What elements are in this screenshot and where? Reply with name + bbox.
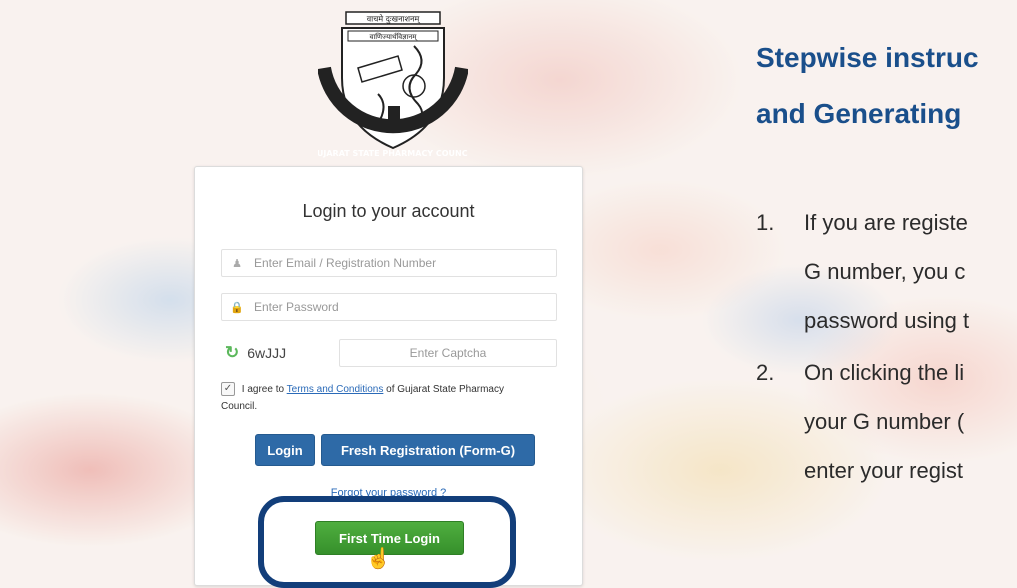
checkbox-icon[interactable]: ✓ (221, 382, 235, 397)
terms-agreement: ✓ I agree to Terms and Conditions of Guj… (221, 381, 521, 415)
step-line: enter your regist (804, 458, 963, 483)
password-input[interactable] (252, 299, 556, 315)
instruction-step: 2. On clicking the li your G number ( en… (756, 348, 969, 495)
logo-sub-text: वाणिज्यार्थविज्ञानम् (369, 32, 417, 41)
instructions-heading-line2: and Generating (756, 98, 962, 129)
instructions-panel: Stepwise instruc and Generating 1. If yo… (756, 30, 1017, 588)
logo-top-text: वाचमे दुःखनाशनम् (367, 14, 422, 25)
login-title: Login to your account (302, 201, 475, 221)
instruction-step: 1. If you are registe G number, you c pa… (756, 198, 969, 345)
hand-cursor-icon: ☝ (366, 548, 391, 570)
email-input[interactable] (252, 255, 556, 271)
step-line: On clicking the li (804, 360, 965, 385)
refresh-icon[interactable]: ↻ (225, 343, 239, 363)
captcha-input[interactable] (340, 345, 556, 361)
captcha-field[interactable] (339, 339, 557, 367)
highlight-ring (258, 496, 516, 588)
agree-prefix: I agree to (241, 384, 285, 395)
terms-link[interactable]: Terms and Conditions (287, 384, 384, 395)
step-number: 1. (756, 210, 775, 235)
council-logo: वाचमे दुःखनाशनम् वाणिज्यार्थविज्ञानम् GU… (318, 11, 468, 158)
step-line: your G number ( (804, 409, 965, 434)
fresh-registration-button[interactable]: Fresh Registration (Form-G) (321, 434, 535, 466)
password-field[interactable]: 🔒 (221, 293, 557, 321)
instruction-steps: 1. If you are registe G number, you c pa… (756, 198, 969, 495)
step-line: G number, you c (804, 259, 966, 284)
step-line: password using t (804, 308, 970, 333)
captcha-display: ↻ 6wJJJ (225, 343, 286, 363)
lock-icon: 🔒 (230, 301, 244, 314)
step-number: 2. (756, 360, 775, 385)
captcha-code-text: 6wJJJ (247, 345, 287, 361)
login-button[interactable]: Login (255, 434, 315, 466)
logo-ring-text: GUJARAT STATE PHARMACY COUNCIL (318, 149, 468, 158)
instructions-heading-line1: Stepwise instruc (756, 42, 979, 73)
email-field[interactable]: ♟ (221, 249, 557, 277)
step-line: If you are registe (804, 210, 968, 235)
user-icon: ♟ (232, 257, 242, 270)
